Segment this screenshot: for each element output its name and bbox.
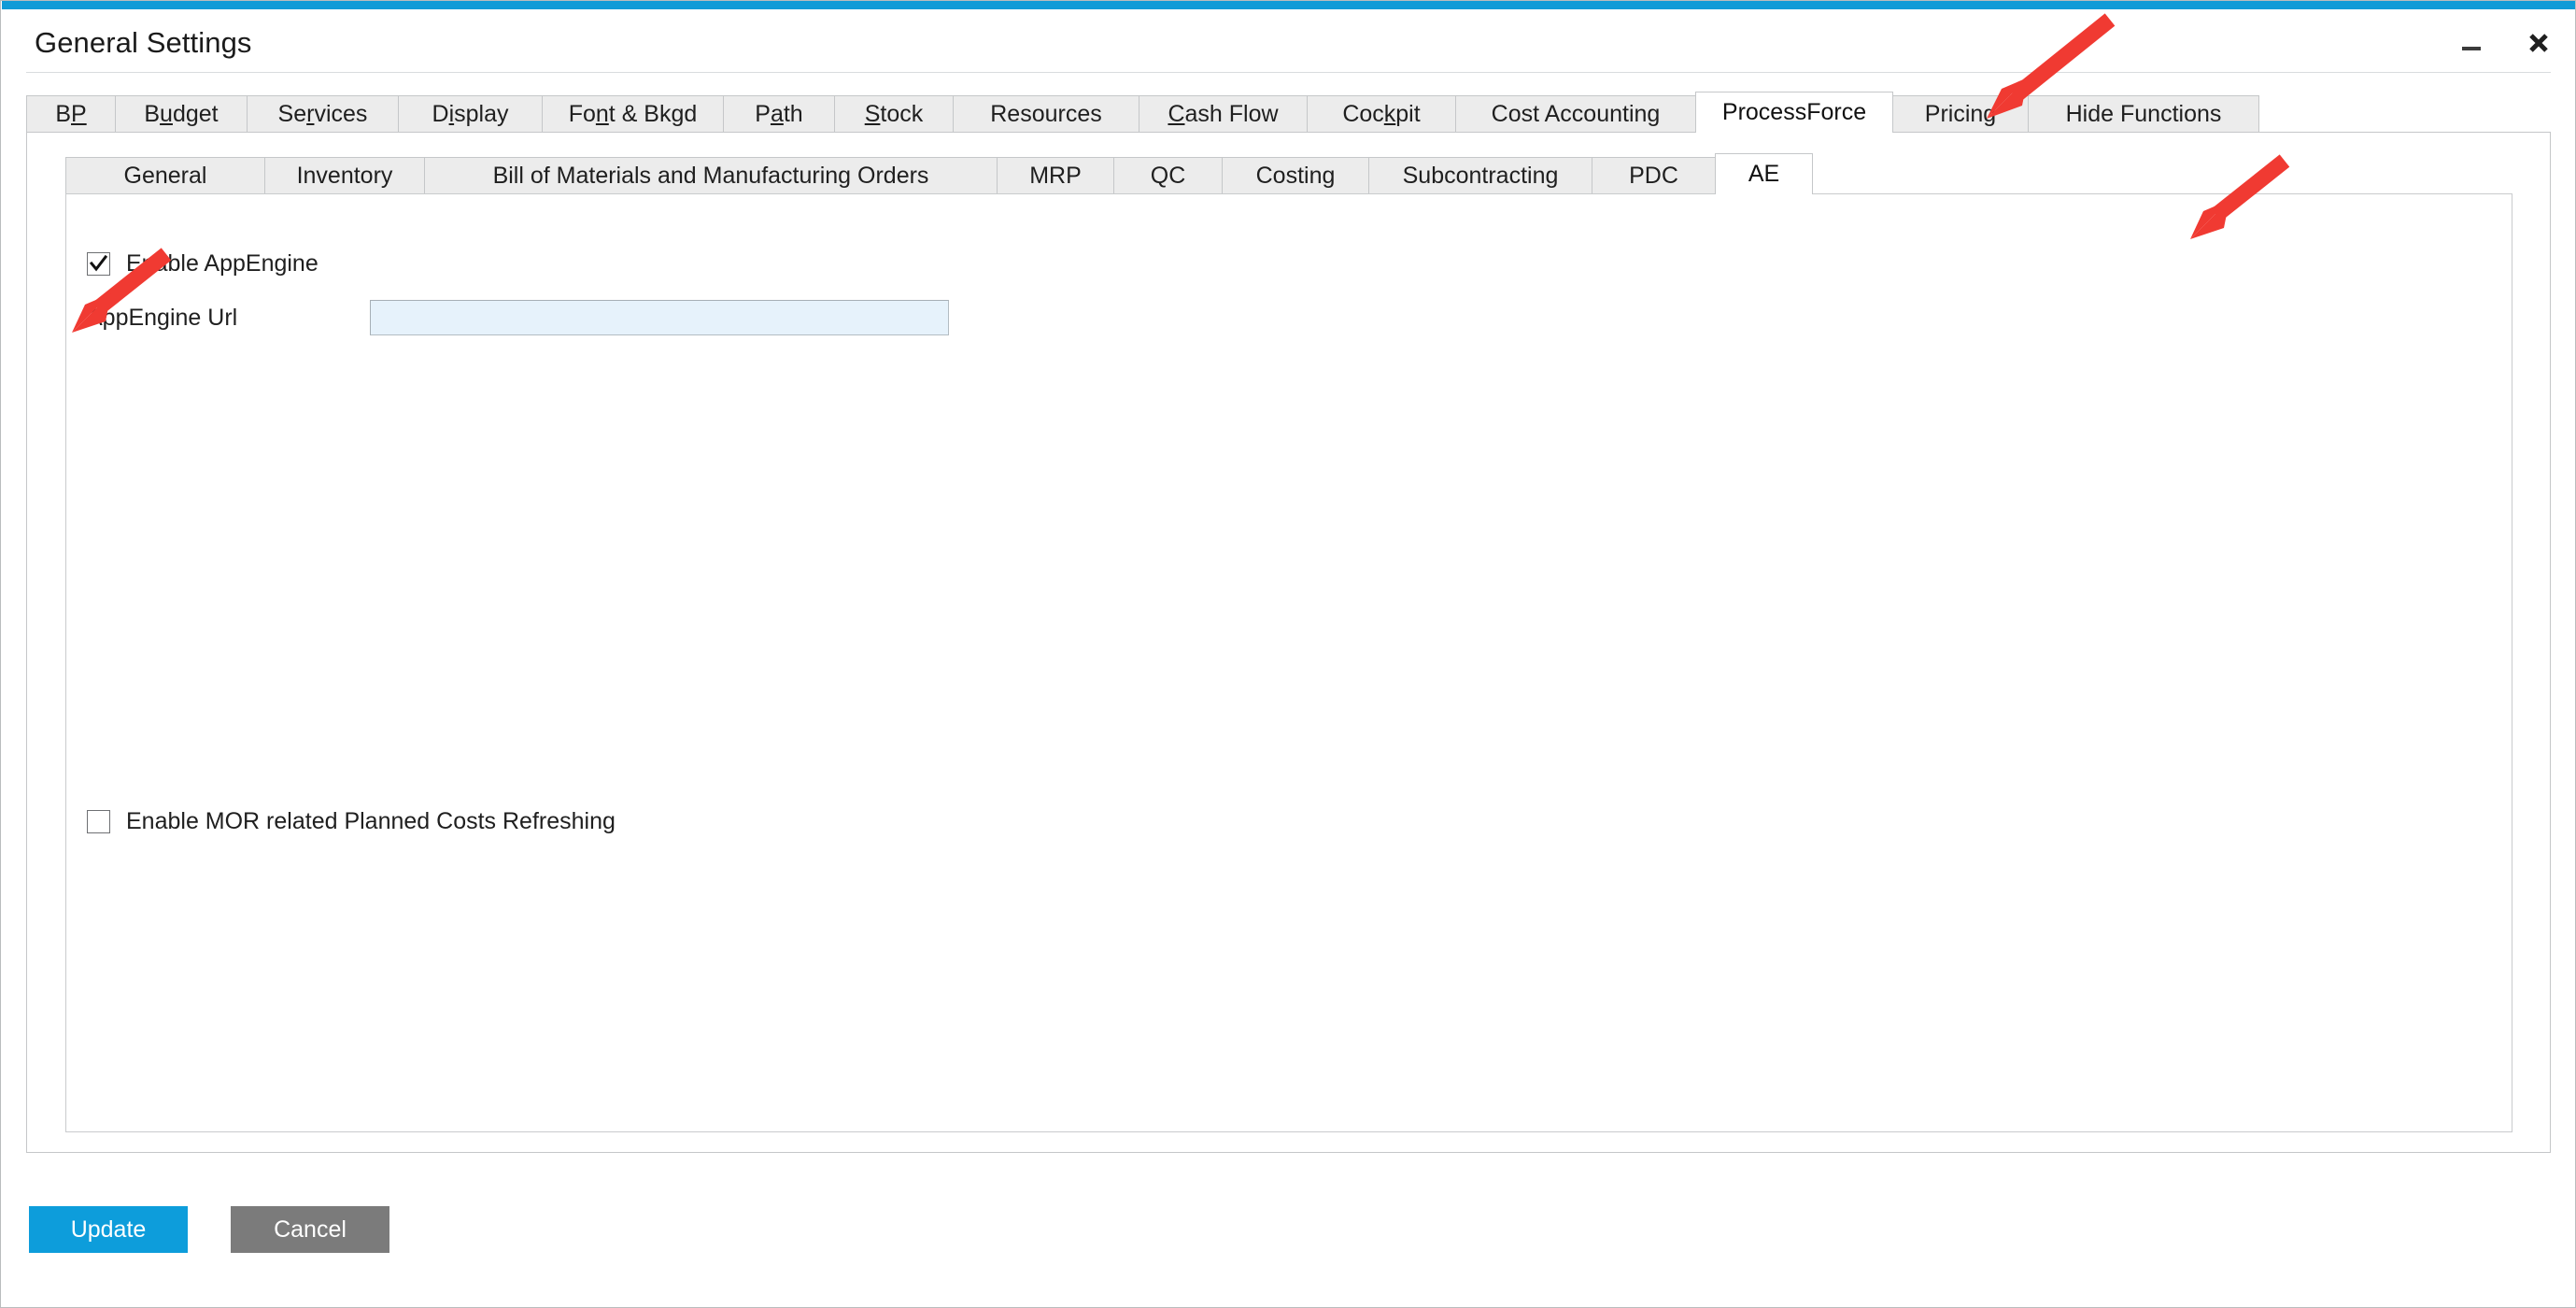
primary-tab-strip: BP Budget Services Display Font & Bkgd P…	[26, 92, 2551, 133]
subtab-qc-label: QC	[1150, 163, 1186, 189]
tab-stock-acc: S	[864, 101, 881, 127]
subtab-inventory[interactable]: Inventory	[264, 157, 425, 194]
appengine-url-row: AppEngine Url	[87, 300, 949, 335]
tab-cash-flow[interactable]: Cash Flow	[1139, 95, 1308, 133]
checkmark-icon	[89, 254, 108, 272]
enable-mor-checkbox[interactable]	[87, 810, 110, 833]
tab-services[interactable]: Services	[247, 95, 399, 133]
tab-cost-accounting-label: Cost Accounting	[1491, 101, 1661, 127]
subtab-mrp-label: MRP	[1029, 163, 1082, 189]
tab-stock[interactable]: Stock	[834, 95, 954, 133]
subtab-subcontracting-label: Subcontracting	[1402, 163, 1559, 189]
tab-cockpit-post: pit	[1395, 101, 1421, 127]
subtab-qc[interactable]: QC	[1113, 157, 1223, 194]
subtab-pdc[interactable]: PDC	[1592, 157, 1716, 194]
tab-display-post: splay	[454, 101, 509, 127]
title-bar: General Settings	[2, 9, 2575, 77]
tab-pricing[interactable]: Pricing	[1892, 95, 2029, 133]
tab-bp[interactable]: BP	[26, 95, 116, 133]
window-accent-bar	[2, 1, 2575, 9]
subtab-general-label: General	[123, 163, 207, 189]
processforce-tab-panel: General Inventory Bill of Materials and …	[26, 132, 2551, 1153]
tab-cost-accounting[interactable]: Cost Accounting	[1455, 95, 1696, 133]
tab-pricing-label: Pricing	[1924, 101, 1997, 127]
minimize-icon[interactable]	[2451, 22, 2492, 64]
cancel-button[interactable]: Cancel	[231, 1206, 389, 1253]
window-title: General Settings	[35, 26, 252, 59]
tab-font-pre: Fo	[568, 101, 596, 127]
tab-path-post: th	[783, 101, 803, 127]
tab-cockpit-acc: k	[1383, 101, 1396, 127]
tab-resources-label: Resources	[990, 101, 1102, 127]
subtab-ae[interactable]: AE	[1715, 153, 1813, 194]
close-icon[interactable]	[2518, 22, 2559, 64]
subtab-inventory-label: Inventory	[296, 163, 393, 189]
title-separator	[26, 72, 2551, 73]
secondary-tab-strip: General Inventory Bill of Materials and …	[65, 153, 2512, 194]
tab-stock-post: tock	[880, 101, 924, 127]
subtab-general[interactable]: General	[65, 157, 265, 194]
subtab-bom-label: Bill of Materials and Manufacturing Orde…	[492, 163, 929, 189]
tab-budget-acc: u	[160, 101, 173, 127]
tab-cashflow-post: ash Flow	[1184, 101, 1279, 127]
tab-budget-post: dget	[172, 101, 219, 127]
subtab-subcontracting[interactable]: Subcontracting	[1368, 157, 1592, 194]
tab-display-acc: i	[448, 101, 455, 127]
enable-mor-row: Enable MOR related Planned Costs Refresh…	[87, 808, 616, 835]
tab-hide-functions-label: Hide Functions	[2065, 101, 2222, 127]
tab-display-pre: D	[432, 101, 449, 127]
tab-path-pre: P	[755, 101, 771, 127]
tab-font-post: t & Bkgd	[608, 101, 698, 127]
tab-font-acc: n	[595, 101, 609, 127]
subtab-ae-label: AE	[1748, 161, 1780, 187]
tab-budget-pre: B	[144, 101, 161, 127]
tab-font-and-bkgd[interactable]: Font & Bkgd	[542, 95, 724, 133]
subtab-mrp[interactable]: MRP	[997, 157, 1114, 194]
ae-settings-panel: Enable AppEngine AppEngine Url Enable MO…	[65, 193, 2512, 1132]
tab-services-pre: Se	[277, 101, 307, 127]
subtab-costing-label: Costing	[1255, 163, 1336, 189]
tab-bp-pre: B	[55, 101, 71, 127]
enable-appengine-row: Enable AppEngine	[87, 250, 318, 277]
tab-resources[interactable]: Resources	[953, 95, 1139, 133]
appengine-url-label: AppEngine Url	[87, 304, 238, 331]
window-controls	[2451, 21, 2559, 65]
tab-cockpit[interactable]: Cockpit	[1307, 95, 1456, 133]
tab-services-acc: r	[306, 101, 315, 127]
subtab-pdc-label: PDC	[1629, 163, 1678, 189]
tab-processforce[interactable]: ProcessForce	[1695, 92, 1893, 133]
tab-budget[interactable]: Budget	[115, 95, 248, 133]
tab-cockpit-pre: Coc	[1342, 101, 1384, 127]
appengine-url-input[interactable]	[370, 300, 949, 335]
tab-display[interactable]: Display	[398, 95, 543, 133]
tab-hide-functions[interactable]: Hide Functions	[2028, 95, 2259, 133]
subtab-costing[interactable]: Costing	[1222, 157, 1369, 194]
tab-cashflow-acc: C	[1168, 101, 1185, 127]
tab-path[interactable]: Path	[723, 95, 835, 133]
subtab-bill-of-materials-and-manufacturing-orders[interactable]: Bill of Materials and Manufacturing Orde…	[424, 157, 998, 194]
tab-processforce-label: ProcessForce	[1721, 99, 1867, 125]
tab-services-post: vices	[314, 101, 368, 127]
tab-path-acc: a	[770, 101, 784, 127]
enable-appengine-checkbox[interactable]	[87, 252, 110, 276]
general-settings-window: General Settings BP Budget Services Disp…	[0, 0, 2576, 1308]
update-button[interactable]: Update	[29, 1206, 188, 1253]
enable-mor-label: Enable MOR related Planned Costs Refresh…	[126, 808, 616, 834]
dialog-footer: Update Cancel	[29, 1206, 389, 1253]
tab-bp-acc: P	[71, 101, 87, 127]
enable-appengine-label: Enable AppEngine	[126, 250, 318, 277]
